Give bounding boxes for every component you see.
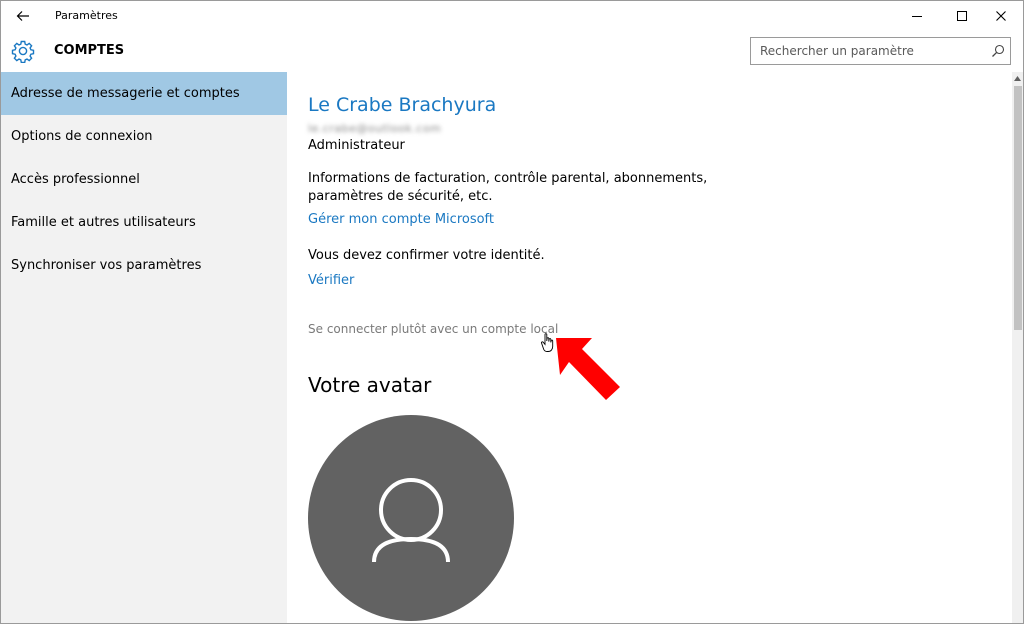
maximize-button[interactable] bbox=[940, 1, 984, 31]
minimize-button[interactable] bbox=[895, 1, 939, 31]
red-arrow-icon bbox=[556, 338, 620, 400]
user-role: Administrateur bbox=[308, 138, 405, 153]
confirm-identity-text: Vous devez confirmer votre identité. bbox=[308, 248, 545, 263]
search-icon[interactable] bbox=[991, 44, 1005, 58]
minimize-icon bbox=[912, 16, 922, 17]
search-input[interactable] bbox=[751, 38, 981, 64]
sidebar-item-family-users[interactable]: Famille et autres utilisateurs bbox=[1, 201, 287, 244]
billing-info-text: Informations de facturation, contrôle pa… bbox=[308, 170, 708, 206]
sidebar-item-sync-settings[interactable]: Synchroniser vos paramètres bbox=[1, 244, 287, 287]
scrollbar[interactable] bbox=[1012, 72, 1023, 623]
back-button[interactable] bbox=[1, 1, 45, 31]
window-title: Paramètres bbox=[55, 9, 118, 22]
page-title: COMPTES bbox=[54, 43, 125, 58]
close-icon bbox=[996, 11, 1006, 21]
gear-icon bbox=[11, 40, 35, 63]
avatar-heading: Votre avatar bbox=[308, 373, 432, 397]
close-button[interactable] bbox=[979, 1, 1023, 31]
user-name: Le Crabe Brachyura bbox=[308, 94, 497, 116]
sidebar: Adresse de messagerie et comptes Options… bbox=[1, 72, 287, 623]
sidebar-item-email-accounts[interactable]: Adresse de messagerie et comptes bbox=[1, 72, 287, 115]
avatar[interactable] bbox=[308, 415, 514, 621]
header-row: COMPTES bbox=[1, 31, 1023, 71]
scroll-thumb[interactable] bbox=[1014, 86, 1022, 330]
scroll-up-icon bbox=[1014, 75, 1021, 81]
settings-window: Paramètres COMPTES Rechercher un paramèt… bbox=[0, 0, 1024, 624]
manage-microsoft-account-link[interactable]: Gérer mon compte Microsoft bbox=[308, 212, 494, 227]
user-silhouette-icon bbox=[372, 478, 450, 563]
scroll-up-button[interactable] bbox=[1012, 72, 1023, 84]
billing-info-line1: Informations de facturation, contrôle pa… bbox=[308, 171, 708, 186]
user-email: le.crabe@outlook.com bbox=[308, 122, 442, 135]
search-box[interactable] bbox=[750, 37, 1011, 65]
sidebar-item-work-access[interactable]: Accès professionnel bbox=[1, 158, 287, 201]
main-content: Le Crabe Brachyura le.crabe@outlook.com … bbox=[287, 72, 1023, 623]
sidebar-item-sign-in-options[interactable]: Options de connexion bbox=[1, 115, 287, 158]
maximize-icon bbox=[957, 11, 967, 21]
title-bar: Paramètres bbox=[1, 1, 1023, 31]
verify-link[interactable]: Vérifier bbox=[308, 273, 354, 288]
billing-info-line2: paramètres de sécurité, etc. bbox=[308, 189, 493, 204]
back-arrow-icon bbox=[16, 11, 29, 21]
local-account-link[interactable]: Se connecter plutôt avec un compte local bbox=[308, 322, 558, 336]
